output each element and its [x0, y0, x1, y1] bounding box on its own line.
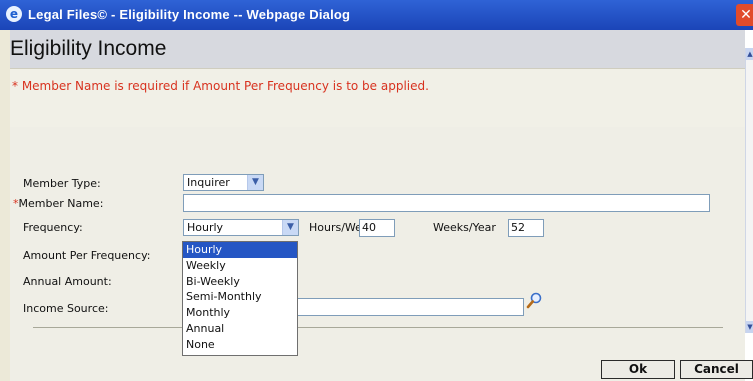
frequency-select[interactable]: Hourly ▼ [183, 219, 299, 236]
frequency-option-monthly[interactable]: Monthly [183, 305, 297, 321]
dialog-title-bar: e Legal Files© - Eligibility Income -- W… [0, 0, 753, 30]
required-note-message: Member Name is required if Amount Per Fr… [18, 79, 429, 93]
dialog-title: Legal Files© - Eligibility Income -- Web… [28, 7, 351, 22]
frequency-option-weekly[interactable]: Weekly [183, 258, 297, 274]
member-type-select[interactable]: Inquirer ▼ [183, 174, 264, 191]
form-divider [33, 327, 723, 328]
frequency-option-bi-weekly[interactable]: Bi-Weekly [183, 274, 297, 290]
dialog-body: Eligibility Income * Member Name is requ… [0, 30, 745, 381]
ok-button[interactable]: Ok [601, 360, 675, 379]
page-title-text: Eligibility Income [10, 37, 167, 60]
frequency-value: Hourly [187, 221, 224, 234]
weeks-year-label: Weeks/Year [433, 221, 496, 234]
member-type-value: Inquirer [187, 176, 230, 189]
required-note: * Member Name is required if Amount Per … [10, 68, 745, 128]
member-name-label-row: *Member Name: [13, 197, 103, 210]
frequency-label: Frequency: [23, 221, 83, 234]
scroll-up-icon[interactable]: ▲ [746, 48, 753, 60]
magnifier-icon[interactable] [526, 292, 542, 310]
member-name-label: Member Name: [18, 197, 104, 210]
chevron-down-icon[interactable]: ▼ [282, 220, 298, 235]
income-source-label: Income Source: [23, 302, 109, 315]
member-name-field[interactable] [183, 194, 710, 212]
frequency-option-none[interactable]: None [183, 337, 297, 353]
required-note-text: * Member Name is required if Amount Per … [12, 79, 429, 93]
member-type-label: Member Type: [23, 177, 101, 190]
amount-per-frequency-label: Amount Per Frequency: [23, 249, 151, 262]
frequency-options-list[interactable]: Hourly Weekly Bi-Weekly Semi-Monthly Mon… [182, 241, 298, 356]
frequency-option-hourly[interactable]: Hourly [183, 242, 297, 258]
vertical-scrollbar[interactable]: ▲ ▼ [745, 48, 753, 333]
close-icon[interactable]: ✕ [736, 4, 753, 26]
chevron-down-icon[interactable]: ▼ [247, 175, 263, 190]
page-title: Eligibility Income [10, 30, 745, 68]
frequency-option-semi-monthly[interactable]: Semi-Monthly [183, 289, 297, 305]
hours-week-field[interactable]: 40 [359, 219, 395, 237]
annual-amount-label: Annual Amount: [23, 275, 112, 288]
weeks-year-field[interactable]: 52 [508, 219, 544, 237]
cancel-button[interactable]: Cancel [680, 360, 753, 379]
frequency-option-annual[interactable]: Annual [183, 321, 297, 337]
scroll-down-icon[interactable]: ▼ [746, 321, 753, 333]
ie-icon: e [6, 6, 22, 22]
